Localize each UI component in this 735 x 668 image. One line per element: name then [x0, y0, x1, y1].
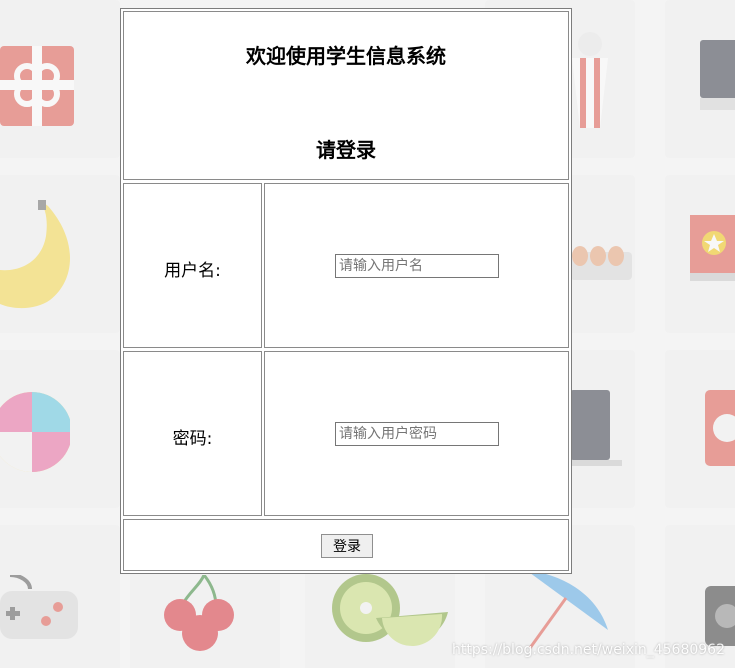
gift-icon — [0, 46, 74, 126]
kiwi-icon — [332, 574, 448, 647]
beach-ball-icon — [0, 392, 70, 472]
username-label-cell: 用户名: — [123, 183, 262, 348]
laptop-icon — [570, 390, 622, 466]
password-input-cell — [264, 351, 569, 516]
login-prompt: 请登录 — [316, 138, 376, 162]
cherries-icon — [164, 575, 234, 651]
submit-cell: 登录 — [123, 519, 569, 571]
username-input[interactable] — [335, 254, 499, 278]
page-title: 欢迎使用学生信息系统 — [246, 44, 446, 68]
login-button[interactable]: 登录 — [321, 534, 373, 558]
watermark: https://blog.csdn.net/weixin_45680962 — [451, 642, 725, 658]
popcorn-icon — [572, 32, 608, 128]
password-label: 密码: — [172, 429, 213, 449]
password-label-cell: 密码: — [123, 351, 262, 516]
username-input-cell — [264, 183, 569, 348]
header-cell: 欢迎使用学生信息系统 请登录 — [123, 11, 569, 180]
camera-lens-icon — [705, 390, 735, 466]
monitor-icon — [700, 40, 735, 110]
password-input[interactable] — [335, 422, 499, 446]
award-box-icon — [690, 215, 735, 281]
gamepad-icon — [0, 575, 78, 639]
username-label: 用户名: — [164, 261, 221, 281]
eggs-icon — [570, 246, 632, 280]
banana-icon — [0, 200, 70, 309]
camera-icon — [705, 586, 735, 646]
login-form: 欢迎使用学生信息系统 请登录 用户名: 密码: 登录 — [120, 8, 572, 574]
